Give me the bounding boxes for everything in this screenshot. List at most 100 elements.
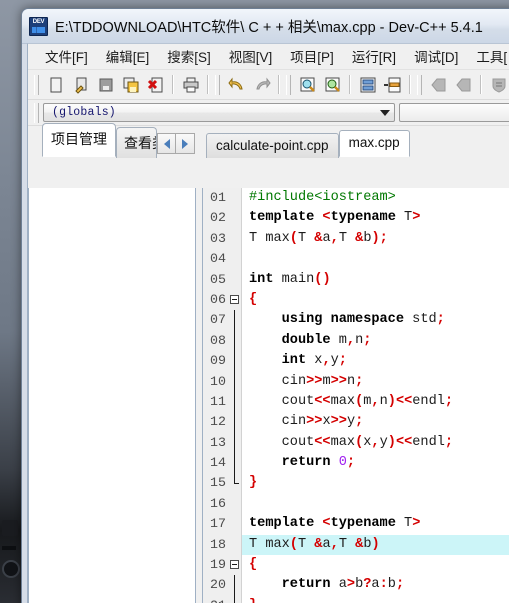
triangle-left-icon bbox=[163, 138, 170, 149]
back-icon[interactable] bbox=[427, 74, 450, 96]
menu-file[interactable]: 文件[F] bbox=[36, 44, 97, 69]
toolbar-grip-4[interactable] bbox=[417, 74, 422, 95]
code-line[interactable]: cin>>x>>y; bbox=[242, 412, 509, 432]
code-line-current[interactable]: T max(T &a,T &b) bbox=[242, 534, 509, 556]
code-text-area[interactable]: #include<iostream> template <typename T> T… bbox=[242, 188, 509, 603]
find-icon[interactable] bbox=[296, 74, 319, 96]
open-file-icon[interactable] bbox=[69, 74, 92, 96]
tabs-row: 项目管理 查看类 calculate-point.cpp max.cpp bbox=[28, 123, 509, 158]
tab-project-manager[interactable]: 项目管理 bbox=[42, 123, 116, 157]
menu-view[interactable]: 视图[V] bbox=[220, 44, 282, 69]
panes: 01 02 03 04 05 06 07 08 09 10 11 12 13 14 15 16 17 18 19 20… bbox=[28, 188, 509, 603]
code-line[interactable]: #include<iostream> bbox=[242, 188, 509, 208]
new-file-icon[interactable] bbox=[44, 74, 67, 96]
code-token: } bbox=[249, 475, 258, 491]
line-number: 02 bbox=[210, 210, 226, 226]
code-token: 0 bbox=[338, 455, 347, 471]
print-icon[interactable] bbox=[179, 74, 202, 96]
desktop-icon-3 bbox=[2, 546, 16, 550]
fold-collapse-icon[interactable] bbox=[230, 294, 239, 304]
replace-icon[interactable] bbox=[321, 74, 344, 96]
menu-tools[interactable]: 工具[ bbox=[467, 44, 509, 69]
code-line[interactable]: return a>b?a:b; bbox=[242, 575, 509, 595]
close-file-icon[interactable] bbox=[144, 74, 167, 96]
code-token: a bbox=[330, 577, 347, 593]
code-line[interactable]: } bbox=[242, 596, 509, 603]
toolbar-separator-3 bbox=[278, 75, 280, 94]
combo-grip[interactable] bbox=[34, 102, 39, 123]
titlebar[interactable]: E:\TDDOWNLOAD\HTC软件\ C + + 相关\max.cpp - … bbox=[22, 9, 509, 43]
code-token: b bbox=[387, 577, 396, 593]
code-line[interactable]: template <typename T> bbox=[242, 514, 509, 534]
menu-project[interactable]: 项目[P] bbox=[281, 44, 343, 69]
code-token: } bbox=[249, 598, 257, 603]
code-token: , bbox=[371, 393, 380, 409]
forward-icon[interactable] bbox=[452, 74, 475, 96]
code-line[interactable]: cin>>m>>n; bbox=[242, 372, 509, 392]
tab-scroll-left-button[interactable] bbox=[157, 133, 176, 154]
code-token: T bbox=[297, 230, 315, 246]
fold-collapse-icon[interactable] bbox=[230, 560, 239, 570]
fold-end-marker bbox=[234, 595, 235, 603]
toolbar-grip-2[interactable] bbox=[215, 74, 220, 95]
code-token: , bbox=[330, 230, 339, 246]
code-line[interactable]: int x,y; bbox=[242, 351, 509, 371]
line-number: 08 bbox=[203, 330, 241, 352]
menu-debug[interactable]: 调试[D] bbox=[405, 44, 467, 69]
code-token: max bbox=[330, 393, 356, 409]
goto-line-icon[interactable] bbox=[356, 74, 379, 96]
menu-search[interactable]: 搜索[S] bbox=[158, 44, 220, 69]
shield-icon[interactable] bbox=[487, 74, 509, 96]
tab-class-browser[interactable]: 查看类 bbox=[116, 127, 157, 158]
code-token: cin bbox=[249, 414, 307, 430]
code-line[interactable]: return 0; bbox=[242, 453, 509, 473]
undo-icon[interactable] bbox=[225, 74, 248, 96]
code-line[interactable]: T max(T &a,T &b); bbox=[242, 229, 509, 249]
code-token: > bbox=[346, 577, 356, 593]
code-line[interactable] bbox=[242, 494, 509, 514]
code-line[interactable]: int main() bbox=[242, 270, 509, 290]
editor-tab-max[interactable]: max.cpp bbox=[338, 130, 410, 157]
code-line[interactable]: { bbox=[242, 290, 509, 310]
goto-function-icon[interactable] bbox=[381, 74, 404, 96]
code-token: ; bbox=[355, 414, 364, 430]
chevron-down-icon[interactable] bbox=[380, 109, 390, 116]
scope-combo-secondary[interactable] bbox=[399, 103, 509, 122]
toolbar-grip-3[interactable] bbox=[286, 74, 291, 95]
code-token: T max bbox=[249, 230, 290, 246]
menu-edit[interactable]: 编辑[E] bbox=[97, 44, 159, 69]
redo-icon[interactable] bbox=[250, 74, 273, 96]
triangle-right-icon bbox=[182, 138, 188, 149]
code-token: typename bbox=[330, 210, 396, 226]
line-number: 13 bbox=[203, 432, 241, 454]
code-line[interactable]: double m,n; bbox=[242, 331, 509, 351]
scope-combo[interactable]: (globals) bbox=[43, 103, 395, 122]
code-token: >> bbox=[330, 414, 347, 430]
tab-scroll-right-button[interactable] bbox=[176, 133, 195, 154]
save-all-icon[interactable] bbox=[119, 74, 142, 96]
code-line[interactable]: using namespace std; bbox=[242, 310, 509, 330]
code-token: ; bbox=[444, 434, 454, 450]
code-token: ; bbox=[346, 455, 356, 471]
menu-run[interactable]: 运行[R] bbox=[343, 44, 405, 69]
dev-cpp-icon bbox=[29, 16, 48, 36]
save-file-icon[interactable] bbox=[94, 74, 117, 96]
code-line[interactable] bbox=[242, 249, 509, 269]
code-token: << bbox=[395, 393, 413, 409]
code-line[interactable]: cout<<max(x,y)<<endl; bbox=[242, 433, 509, 453]
fold-guide-line bbox=[234, 310, 235, 331]
code-token: typename bbox=[330, 516, 396, 532]
code-editor-pane[interactable]: 01 02 03 04 05 06 07 08 09 10 11 12 13 14 15 16 17 18 19 20… bbox=[202, 188, 509, 603]
code-token: main bbox=[273, 271, 315, 287]
editor-tab-calculate-point[interactable]: calculate-point.cpp bbox=[206, 133, 339, 158]
code-line[interactable]: template <typename T> bbox=[242, 208, 509, 228]
project-manager-panel[interactable] bbox=[28, 188, 196, 603]
code-line[interactable]: { bbox=[242, 555, 509, 575]
code-line[interactable]: cout<<max(m,n)<<endl; bbox=[242, 392, 509, 412]
line-number: 20 bbox=[203, 575, 241, 596]
code-line[interactable]: } bbox=[242, 473, 509, 493]
code-token: a bbox=[322, 230, 331, 246]
code-token: , bbox=[371, 434, 380, 450]
toolbar-grip-1[interactable] bbox=[34, 74, 39, 95]
